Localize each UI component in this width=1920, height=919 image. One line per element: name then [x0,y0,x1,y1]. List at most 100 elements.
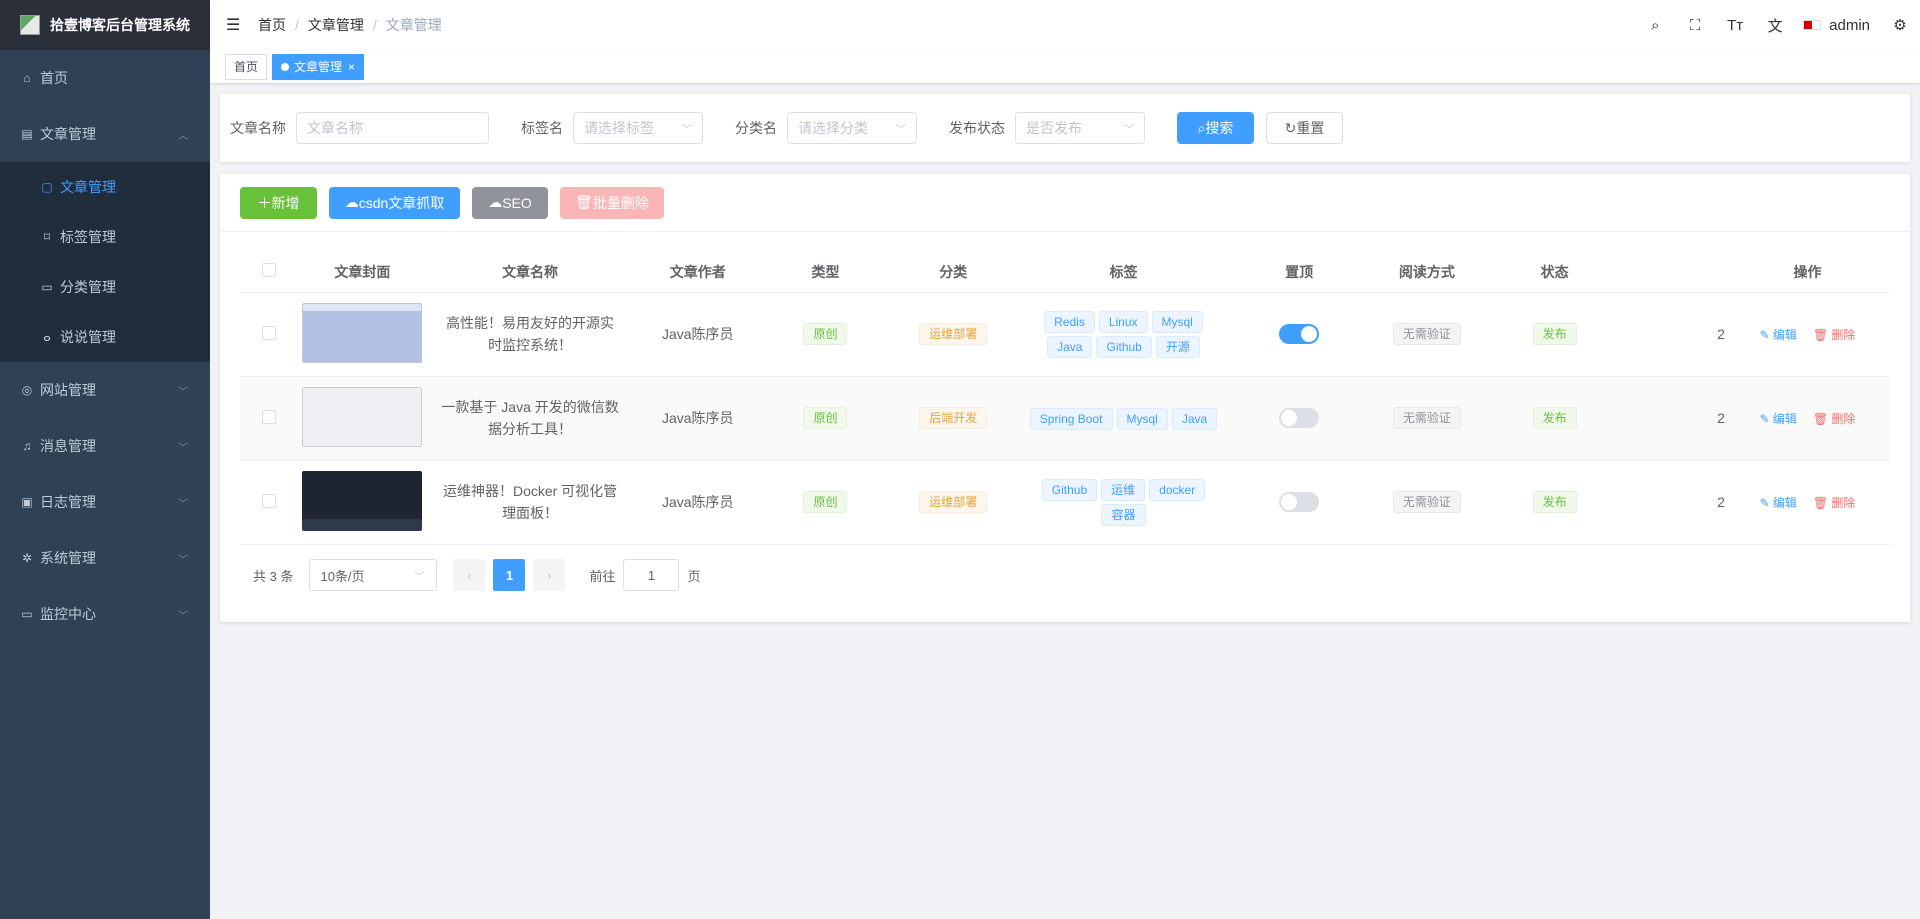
sidebar-item-talk-manage[interactable]: ⴰ 说说管理 [0,312,210,362]
seo-button[interactable]: ☁ SEO [472,186,548,219]
tag-list: Redis Linux Mysql Java Github 开源 [1039,309,1209,359]
add-button[interactable]: ＋新增 [240,186,317,219]
row-checkbox[interactable] [262,325,277,340]
top-switch[interactable] [1279,408,1320,428]
category-placeholder: 请选择分类 [798,120,868,136]
status-select[interactable]: 是否发布 ﹀ [1015,112,1145,144]
page-size-select[interactable]: 10条/页 ﹀ [309,559,438,591]
sidebar-item-label: 标签管理 [60,229,116,245]
status-tag: 发布 [1532,407,1577,429]
delete-label: 删除 [1831,495,1856,510]
app-title: 拾壹博客后台管理系统 [50,17,190,33]
type-tag: 原创 [803,323,848,345]
next-page-button[interactable]: › [533,559,566,591]
article-title: 运维神器！Docker 可视化管理面板！ [426,460,634,545]
chevron-down-icon: ﹀ [178,610,188,622]
home-icon: ⌂ [23,71,31,85]
status-label: 发布状态 [949,120,1005,136]
delete-link[interactable]: 🗑 删除 [1813,412,1856,426]
search-button[interactable]: ⌕ 搜索 [1177,112,1254,144]
sidebar-item-label: 日志管理 [40,494,96,510]
sidebar-item-system[interactable]: ✲ 系统管理 ﹀ [0,530,210,586]
chevron-down-icon: ﹀ [178,442,188,454]
tag-chip: 运维 [1101,479,1146,501]
csdn-fetch-button[interactable]: ☁ csdn文章抓取 [329,186,460,219]
page-number[interactable]: 1 [493,559,526,591]
sidebar-item-articles[interactable]: ▤ 文章管理 ︿ [0,106,210,162]
globe-icon: ◎ [21,383,33,397]
top-switch[interactable] [1279,324,1320,344]
truncated-cell: 2 [1623,460,1725,545]
column-header: 状态 [1485,252,1624,293]
sidebar-item-tag-manage[interactable]: ⌑ 标签管理 [0,212,210,262]
sidebar-item-messages[interactable]: ♫ 消息管理 ﹀ [0,418,210,474]
font-size-icon[interactable]: Tт [1715,17,1755,34]
folder-icon: ▭ [41,280,53,294]
article-cover-image[interactable] [302,470,423,531]
status-placeholder: 是否发布 [1026,120,1082,136]
batch-delete-button[interactable]: 🗑 批量删除 [560,186,664,219]
reset-button[interactable]: ↻ 重置 [1266,112,1343,144]
breadcrumb: 首页 / 文章管理 / 文章管理 [258,15,442,35]
bell-icon: ♫ [22,439,32,453]
add-button-label: 新增 [271,194,300,211]
tag-chip: 容器 [1101,504,1146,526]
edit-label: 编辑 [1772,411,1797,426]
article-cover-image[interactable] [302,302,423,363]
column-header: 文章封面 [298,252,427,293]
edit-icon: ✎ [1759,495,1770,510]
edit-link[interactable]: ✎ 编辑 [1760,412,1797,426]
edit-link[interactable]: ✎ 编辑 [1760,328,1797,342]
sidebar-item-website[interactable]: ◎ 网站管理 ﹀ [0,362,210,418]
search-button-label: 搜索 [1205,120,1234,136]
select-all-checkbox[interactable] [262,263,277,278]
delete-link[interactable]: 🗑 删除 [1813,328,1856,342]
column-header: 操作 [1724,252,1890,293]
tag-select[interactable]: 请选择标签 ﹀ [573,112,703,144]
sidebar-item-monitor[interactable]: ▭ 监控中心 ﹀ [0,586,210,642]
avatar[interactable] [1803,20,1822,30]
edit-link[interactable]: ✎ 编辑 [1760,496,1797,510]
cloud-icon: ☁ [344,194,359,210]
tab-articles[interactable]: 文章管理 × [272,53,365,80]
sidebar-item-home[interactable]: ⌂ 首页 [0,50,210,106]
username[interactable]: admin [1829,17,1870,34]
category-select[interactable]: 请选择分类 ﹀ [787,112,917,144]
row-checkbox[interactable] [262,493,277,508]
breadcrumb-home[interactable]: 首页 [258,15,286,35]
trash-icon: 🗑 [1812,495,1829,510]
status-tag: 发布 [1532,323,1577,345]
settings-icon[interactable]: ⚙ [1880,16,1920,34]
prev-page-button[interactable]: ‹ [453,559,486,591]
sidebar-item-logs[interactable]: ▣ 日志管理 ﹀ [0,474,210,530]
category-tag: 运维部署 [919,491,988,513]
edit-icon: ✎ [1759,327,1770,342]
article-cover-image[interactable] [302,386,423,447]
chevron-down-icon: ﹀ [178,498,188,510]
tag-chip: Mysql [1151,311,1203,333]
article-author: Java陈序员 [633,376,762,461]
tag-chip: Github [1096,336,1152,358]
fullscreen-icon[interactable]: ⛶ [1675,17,1715,34]
bookmark-icon: ⌑ [43,230,51,244]
chevron-down-icon: ﹀ [682,124,692,136]
sidebar-item-label: 分类管理 [60,279,116,295]
close-icon[interactable]: × [348,55,355,79]
article-author: Java陈序员 [633,292,762,377]
goto-page-input[interactable]: 1 [623,559,680,591]
top-switch[interactable] [1279,492,1320,512]
title-input[interactable]: 文章名称 [296,112,489,144]
sidebar-item-article-manage[interactable]: ▢ 文章管理 [0,162,210,212]
hamburger-icon[interactable]: ☰ [226,15,246,35]
sidebar-item-label: 文章管理 [40,126,96,142]
search-icon[interactable]: ⌕ [1635,17,1675,34]
breadcrumb-articles[interactable]: 文章管理 [308,15,364,35]
language-icon[interactable]: 文 [1755,15,1795,36]
edit-icon: ✎ [1759,411,1770,426]
delete-link[interactable]: 🗑 删除 [1813,496,1856,510]
tab-home[interactable]: 首页 [225,53,268,80]
sidebar-item-category-manage[interactable]: ▭ 分类管理 [0,262,210,312]
breadcrumb-separator: / [295,17,299,33]
row-checkbox[interactable] [262,409,277,424]
tag-placeholder: 请选择标签 [584,120,654,136]
